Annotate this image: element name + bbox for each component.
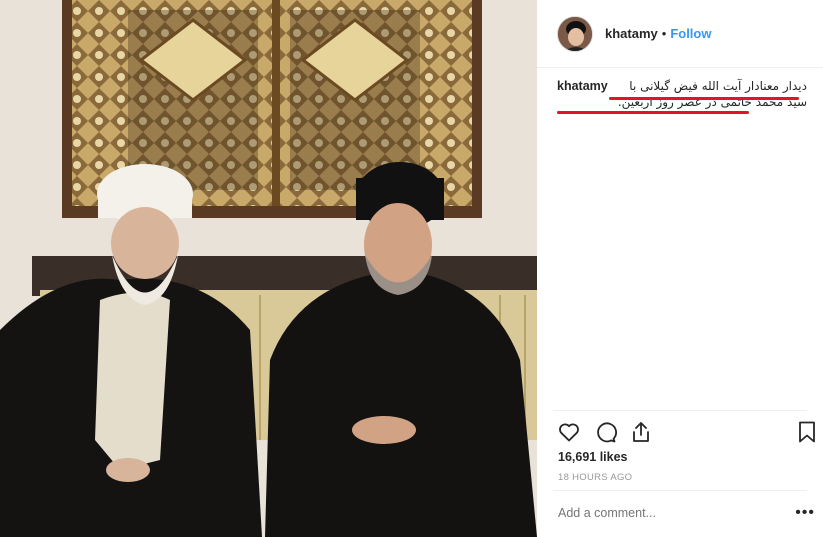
bookmark-icon[interactable] [795,420,819,444]
red-underline-1 [609,97,799,100]
photo-illustration [0,0,537,537]
follow-button[interactable]: Follow [670,26,711,41]
comment-icon[interactable] [593,420,617,444]
likes-count[interactable]: 16,691 likes [558,450,628,464]
post-caption: khatamy دیدار معنادار آیت الله فیض گیلان… [557,78,807,110]
avatar-image [558,16,592,51]
comment-divider [553,490,807,491]
comment-input[interactable] [558,506,768,520]
action-bar [557,420,815,444]
more-options-icon[interactable]: ••• [795,504,815,522]
username-link[interactable]: khatamy [605,26,658,41]
post-timestamp[interactable]: 18 HOURS AGO [558,472,632,483]
avatar[interactable] [557,15,593,52]
actions-divider [553,410,807,411]
red-underline-2 [557,111,749,114]
heart-icon[interactable] [557,420,581,444]
caption-username[interactable]: khatamy [557,78,608,94]
header-separator: • [661,26,667,41]
post-header: khatamy • Follow [537,0,823,68]
share-icon[interactable] [629,420,653,444]
post-photo[interactable] [0,0,537,537]
post-side-panel: khatamy • Follow khatamy دیدار معنادار آ… [537,0,823,537]
